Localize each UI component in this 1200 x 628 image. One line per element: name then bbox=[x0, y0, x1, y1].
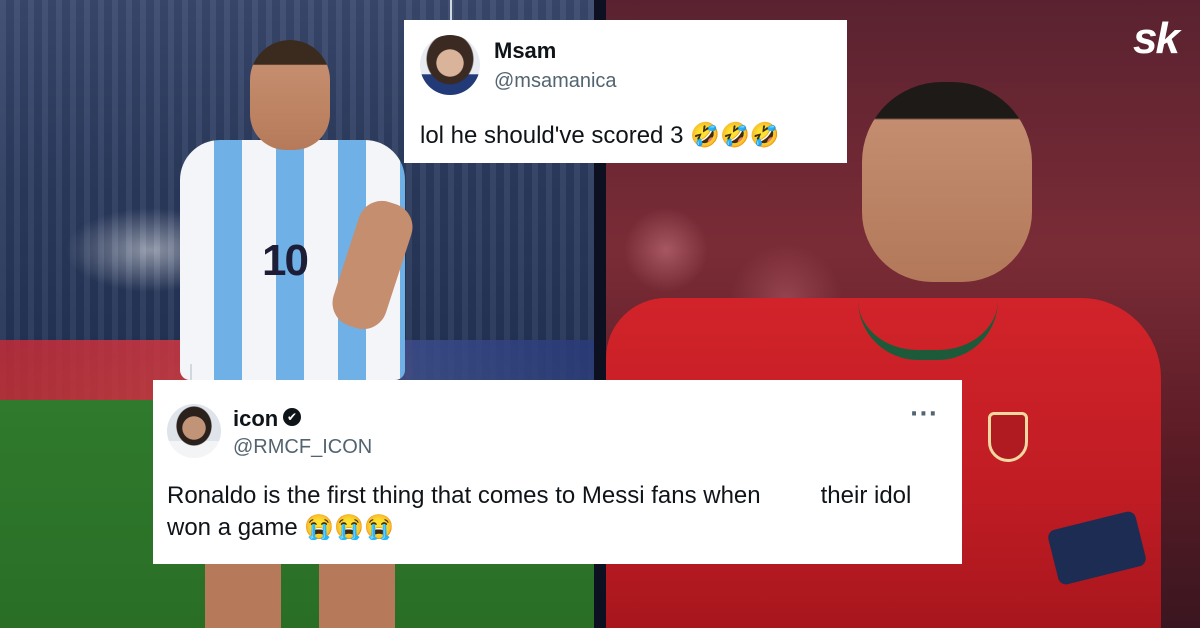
shirt-number: 10 bbox=[262, 236, 309, 285]
thread-connector bbox=[450, 0, 452, 20]
tweet-text: lol he should've scored 3 🤣🤣🤣 bbox=[420, 122, 780, 149]
tweet-text: Ronaldo is the first thing that comes to… bbox=[167, 480, 947, 544]
tweet-text-part1: Ronaldo is the first thing that comes to… bbox=[167, 482, 761, 509]
brand-logo: sk bbox=[1133, 14, 1180, 63]
tweet-card-msam[interactable]: Msam @msamanica lol he should've scored … bbox=[404, 20, 847, 163]
tweet-author-handle[interactable]: @RMCF_ICON bbox=[233, 436, 372, 459]
left-player-legs bbox=[205, 560, 395, 628]
right-player-head bbox=[862, 82, 1032, 282]
thread-connector bbox=[190, 364, 192, 380]
avatar[interactable] bbox=[167, 404, 221, 458]
tweet-author-name[interactable]: Msam bbox=[494, 38, 556, 64]
more-options-icon[interactable]: ··· bbox=[910, 402, 938, 427]
tweet-author-name[interactable]: icon bbox=[233, 406, 278, 432]
avatar[interactable] bbox=[420, 35, 480, 95]
tweet-card-icon[interactable]: icon ✔ @RMCF_ICON ··· Ronaldo is the fir… bbox=[153, 380, 962, 564]
federation-crest-icon bbox=[988, 412, 1028, 462]
verified-badge-icon: ✔ bbox=[283, 408, 301, 426]
left-player-head bbox=[250, 40, 330, 150]
tweet-author-handle[interactable]: @msamanica bbox=[494, 70, 617, 93]
